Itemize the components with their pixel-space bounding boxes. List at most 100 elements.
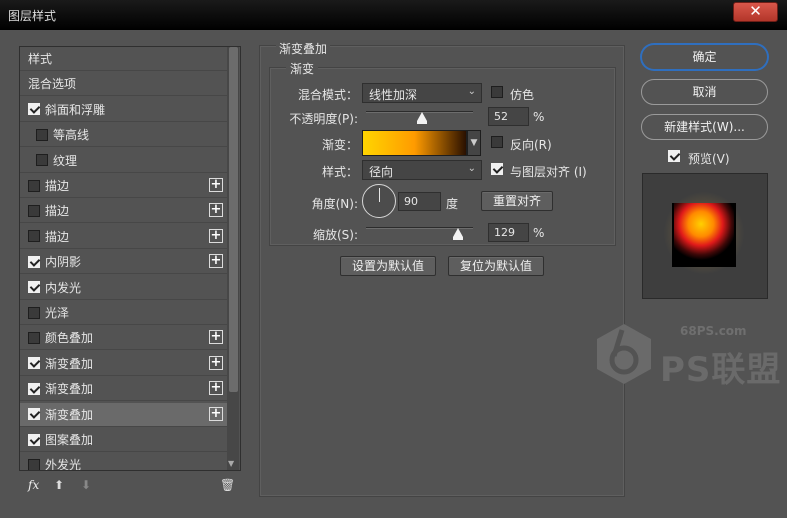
styles-list-scrollbar[interactable]: ▼ bbox=[227, 47, 239, 470]
reset-default-button[interactable]: 复位为默认值 bbox=[448, 256, 544, 276]
close-button[interactable]: ✕ bbox=[733, 2, 778, 22]
style-list-item-label: 等高线 bbox=[53, 128, 90, 143]
style-checkbox[interactable] bbox=[28, 281, 40, 294]
preview-label: 预览(V) bbox=[688, 152, 730, 166]
style-list-item[interactable]: 纹理 bbox=[20, 149, 228, 173]
style-checkbox[interactable] bbox=[28, 204, 40, 217]
style-list-item[interactable]: 描边 + bbox=[20, 174, 228, 198]
style-list-item[interactable]: 颜色叠加 + bbox=[20, 326, 228, 351]
style-list-item-label: 斜面和浮雕 bbox=[45, 102, 106, 117]
add-style-button[interactable]: + bbox=[209, 254, 223, 269]
scale-slider-thumb[interactable] bbox=[453, 228, 464, 240]
close-icon: ✕ bbox=[749, 2, 762, 20]
style-checkbox[interactable] bbox=[36, 128, 48, 141]
add-style-button[interactable]: + bbox=[209, 355, 223, 370]
style-list-item[interactable]: 混合选项 bbox=[20, 72, 228, 97]
dither-checkbox[interactable] bbox=[491, 86, 503, 98]
add-style-button[interactable]: + bbox=[209, 381, 223, 396]
reset-alignment-button[interactable]: 重置对齐 bbox=[481, 191, 553, 211]
title-bar: 图层样式 ✕ bbox=[0, 0, 787, 30]
style-list-item[interactable]: 内阴影 + bbox=[20, 250, 228, 275]
style-list-item[interactable]: 描边 + bbox=[20, 225, 228, 249]
style-checkbox[interactable] bbox=[28, 179, 40, 192]
style-list-item-label: 描边 bbox=[45, 229, 70, 244]
angle-input[interactable]: 90 bbox=[398, 192, 441, 211]
chevron-down-icon: ⌄ bbox=[467, 86, 476, 97]
opacity-percent: % bbox=[533, 110, 545, 124]
angle-label: 角度(N): bbox=[311, 197, 358, 211]
style-checkbox[interactable] bbox=[28, 433, 40, 446]
move-up-icon[interactable]: ⬆ bbox=[54, 478, 64, 492]
angle-dial[interactable] bbox=[362, 184, 396, 218]
style-list-item[interactable]: 描边 + bbox=[20, 199, 228, 224]
ok-button[interactable]: 确定 bbox=[641, 44, 768, 70]
fx-icon[interactable]: fx bbox=[28, 478, 39, 492]
group-title: 渐变叠加 bbox=[276, 40, 331, 57]
new-style-button[interactable]: 新建样式(W)... bbox=[641, 114, 768, 140]
add-style-button[interactable]: + bbox=[209, 178, 223, 192]
scroll-down-icon[interactable]: ▼ bbox=[228, 459, 234, 468]
opacity-label: 不透明度(P): bbox=[289, 112, 358, 126]
style-list-item[interactable]: 渐变叠加 + bbox=[20, 352, 228, 376]
style-list-item-label: 描边 bbox=[45, 204, 70, 219]
chevron-down-icon: ⌄ bbox=[467, 163, 476, 174]
opacity-slider-thumb[interactable] bbox=[416, 112, 427, 124]
style-list-item[interactable]: 样式 bbox=[20, 47, 228, 71]
preview-thumbnail bbox=[672, 203, 736, 267]
align-with-layer-checkbox[interactable] bbox=[491, 163, 503, 175]
style-list-item[interactable]: 斜面和浮雕 bbox=[20, 98, 228, 122]
style-select[interactable]: 径向 ⌄ bbox=[362, 160, 482, 180]
style-list-item[interactable]: 渐变叠加 + bbox=[20, 377, 228, 402]
style-list-item[interactable]: 等高线 bbox=[20, 123, 228, 148]
style-list-item-label: 颜色叠加 bbox=[45, 331, 94, 346]
style-checkbox[interactable] bbox=[28, 306, 40, 319]
style-checkbox[interactable] bbox=[36, 154, 48, 167]
style-checkbox[interactable] bbox=[28, 458, 40, 470]
scrollbar-thumb[interactable] bbox=[229, 47, 238, 392]
blend-mode-select[interactable]: 线性加深 ⌄ bbox=[362, 83, 482, 103]
reverse-checkbox[interactable] bbox=[491, 136, 503, 148]
cancel-button[interactable]: 取消 bbox=[641, 79, 768, 105]
opacity-input[interactable]: 52 bbox=[488, 107, 529, 126]
add-style-button[interactable]: + bbox=[209, 406, 223, 421]
style-list-item[interactable]: 渐变叠加 + bbox=[20, 402, 228, 427]
style-checkbox[interactable] bbox=[28, 382, 40, 395]
style-list-item[interactable]: 光泽 bbox=[20, 301, 228, 325]
add-style-button[interactable]: + bbox=[209, 228, 223, 243]
style-list-item[interactable]: 外发光 bbox=[20, 453, 228, 471]
styles-list: 样式 混合选项 斜面和浮雕 等高线 纹理 描边 + 描边 + 描边 + 内阴影 + 内发光 光泽 颜色叠加 + 渐… bbox=[19, 46, 241, 471]
style-checkbox[interactable] bbox=[28, 331, 40, 344]
style-list-item-label: 外发光 bbox=[45, 458, 82, 471]
style-list-item-label: 光泽 bbox=[45, 306, 70, 320]
style-list-item[interactable]: 图案叠加 bbox=[20, 428, 228, 452]
preview-checkbox[interactable] bbox=[668, 150, 680, 162]
watermark-logo-icon bbox=[597, 324, 651, 384]
reverse-label: 反向(R) bbox=[510, 138, 552, 152]
style-list-item-label: 描边 bbox=[45, 179, 70, 193]
preview-image bbox=[672, 203, 736, 267]
trash-icon[interactable]: 🗑 bbox=[220, 478, 235, 492]
style-checkbox[interactable] bbox=[28, 103, 40, 116]
style-checkbox[interactable] bbox=[28, 408, 40, 421]
style-checkbox[interactable] bbox=[28, 357, 40, 370]
move-down-icon[interactable]: ⬇ bbox=[81, 478, 91, 492]
gradient-dropdown-button[interactable]: ▼ bbox=[467, 130, 481, 156]
add-style-button[interactable]: + bbox=[209, 330, 223, 345]
gradient-label: 渐变： bbox=[321, 138, 358, 152]
style-list-item-label: 渐变叠加 bbox=[45, 356, 94, 371]
scale-input[interactable]: 129 bbox=[488, 223, 529, 242]
style-list-item-label: 内阴影 bbox=[45, 255, 82, 270]
dither-label: 仿色 bbox=[510, 88, 535, 102]
set-default-button[interactable]: 设置为默认值 bbox=[340, 256, 436, 276]
style-checkbox[interactable] bbox=[28, 230, 40, 243]
style-list-item[interactable]: 内发光 bbox=[20, 276, 228, 300]
blend-mode-label: 混合模式： bbox=[297, 88, 358, 102]
gradient-swatch[interactable] bbox=[362, 130, 467, 156]
style-list-item-label: 样式 bbox=[28, 52, 53, 66]
style-checkbox[interactable] bbox=[28, 255, 40, 268]
align-with-layer-label: 与图层对齐 (I) bbox=[510, 165, 587, 179]
style-list-item-label: 图案叠加 bbox=[45, 433, 94, 447]
style-list-item-label: 混合选项 bbox=[28, 77, 77, 92]
add-style-button[interactable]: + bbox=[209, 203, 223, 218]
watermark-site: 68PS.com bbox=[680, 324, 747, 338]
